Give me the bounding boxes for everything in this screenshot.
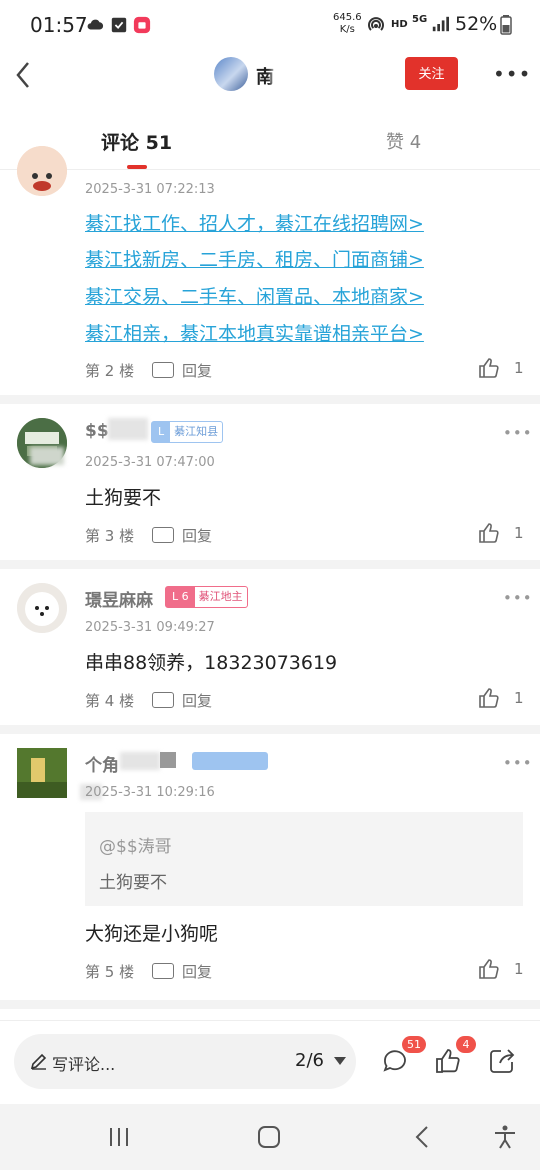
- reply-button[interactable]: 回复: [152, 360, 212, 381]
- floor-number: 第 2 楼: [85, 362, 135, 380]
- battery-icon: [500, 15, 512, 35]
- name-blur: [272, 60, 314, 86]
- section-divider: [0, 1000, 540, 1009]
- comment-time: 2025-3-31 07:47:00: [85, 455, 215, 470]
- hd-label: HD: [391, 19, 408, 30]
- thumbs-up-icon: [479, 358, 499, 378]
- check-box-icon: [111, 17, 127, 33]
- quoted-user: @$$涛哥: [99, 837, 172, 857]
- reply-icon: [152, 692, 174, 708]
- back-icon[interactable]: [410, 1124, 436, 1150]
- write-comment-placeholder: 写评论...: [52, 1055, 116, 1074]
- comment-text: 土狗要不: [85, 487, 162, 509]
- hotspot-icon: [368, 17, 384, 31]
- comment-time: 2025-3-31 09:49:27: [85, 620, 215, 635]
- comments-count-badge: 51: [402, 1036, 426, 1053]
- like-button[interactable]: 1: [478, 687, 524, 713]
- avatar-blur: [30, 447, 64, 465]
- name-blur: [120, 752, 160, 770]
- reply-button[interactable]: 回复: [152, 525, 212, 546]
- like-button[interactable]: 1: [478, 357, 524, 383]
- floor-number: 第 5 楼: [85, 963, 135, 981]
- quoted-comment[interactable]: @$$涛哥 土狗要不: [85, 812, 523, 906]
- commenter-name[interactable]: $$: [85, 421, 109, 441]
- section-divider: [0, 395, 540, 404]
- reply-button[interactable]: 回复: [152, 961, 212, 982]
- home-icon[interactable]: [256, 1124, 282, 1150]
- quoted-text: 土狗要不: [99, 873, 167, 893]
- comment-avatar[interactable]: [17, 146, 67, 196]
- reply-icon: [152, 527, 174, 543]
- reply-button[interactable]: 回复: [152, 690, 212, 711]
- commenter-name[interactable]: 璟昱麻麻: [85, 586, 153, 611]
- reply-icon: [152, 362, 174, 378]
- floor-number: 第 4 楼: [85, 692, 135, 710]
- share-icon[interactable]: [488, 1047, 516, 1075]
- ad-link-trade[interactable]: 綦江交易、二手车、闲置品、本地商家>: [85, 282, 424, 309]
- commenter-name[interactable]: 个角: [85, 751, 119, 776]
- comment-more-icon[interactable]: •••: [503, 589, 533, 607]
- recent-apps-icon[interactable]: [106, 1124, 132, 1150]
- status-time: 01:57: [30, 13, 88, 37]
- cartoon-avatar-icon: [17, 146, 67, 196]
- tabs-divider: [0, 169, 540, 170]
- comment-text: 串串88领养，18323073619: [85, 652, 338, 674]
- network-type: 5G: [412, 14, 428, 25]
- name-blur: [160, 752, 176, 768]
- user-level-badge: [192, 752, 268, 770]
- user-level-badge: L 綦江知县: [151, 421, 224, 443]
- follow-button[interactable]: 关注: [405, 57, 458, 90]
- thumbs-up-icon: [479, 959, 499, 979]
- comment-time: 2025-3-31 10:29:16: [85, 785, 215, 800]
- like-button[interactable]: 1: [478, 522, 524, 548]
- likes-count-badge: 4: [456, 1036, 476, 1053]
- comment-avatar[interactable]: [17, 583, 67, 633]
- system-navigation-bar: [0, 1104, 540, 1170]
- author-avatar[interactable]: [214, 57, 248, 91]
- comment-time: 2025-3-31 07:22:13: [85, 182, 215, 197]
- accessibility-icon[interactable]: [492, 1124, 518, 1150]
- pen-icon: [30, 1053, 47, 1070]
- tab-comments[interactable]: 评论 51: [101, 128, 172, 155]
- floor-number: 第 3 楼: [85, 527, 135, 545]
- ad-link-jobs[interactable]: 綦江找工作、招人才，綦江在线招聘网>: [85, 209, 424, 236]
- tab-likes[interactable]: 赞 4: [386, 128, 421, 154]
- section-divider: [0, 725, 540, 734]
- user-level-badge: L 6 綦江地主: [165, 586, 248, 608]
- cloud-icon: [87, 19, 104, 30]
- battery-level: 52%: [455, 13, 498, 35]
- back-arrow-icon[interactable]: [12, 60, 36, 90]
- write-comment-input[interactable]: 写评论... 2/6: [14, 1034, 356, 1089]
- network-speed: 645.6 K/s: [333, 12, 362, 35]
- name-blur: [108, 418, 148, 440]
- reply-icon: [152, 963, 174, 979]
- ad-link-dating[interactable]: 綦江相亲，綦江本地真实靠谱相亲平台>: [85, 319, 424, 346]
- comment-more-icon[interactable]: •••: [503, 424, 533, 442]
- comment-avatar[interactable]: [17, 748, 67, 798]
- signal-icon: [432, 16, 449, 32]
- thumbs-up-icon: [479, 523, 499, 543]
- more-options-icon[interactable]: •••: [493, 62, 531, 86]
- dog-avatar-icon: [17, 583, 67, 633]
- shopping-app-icon: [133, 16, 151, 34]
- photo-avatar-icon: [17, 748, 67, 798]
- ad-link-housing[interactable]: 綦江找新房、二手房、租房、门面商铺>: [85, 245, 424, 272]
- page-dropdown-icon[interactable]: [334, 1057, 346, 1065]
- status-bar: 01:57 645.6 K/s HD 5G 52%: [0, 0, 540, 50]
- like-button[interactable]: 1: [478, 958, 524, 984]
- thumbs-up-icon: [479, 688, 499, 708]
- comment-text: 大狗还是小狗呢: [85, 923, 219, 945]
- section-divider: [0, 560, 540, 569]
- comment-more-icon[interactable]: •••: [503, 754, 533, 772]
- like-icon[interactable]: [434, 1047, 462, 1075]
- page-indicator[interactable]: 2/6: [295, 1050, 324, 1071]
